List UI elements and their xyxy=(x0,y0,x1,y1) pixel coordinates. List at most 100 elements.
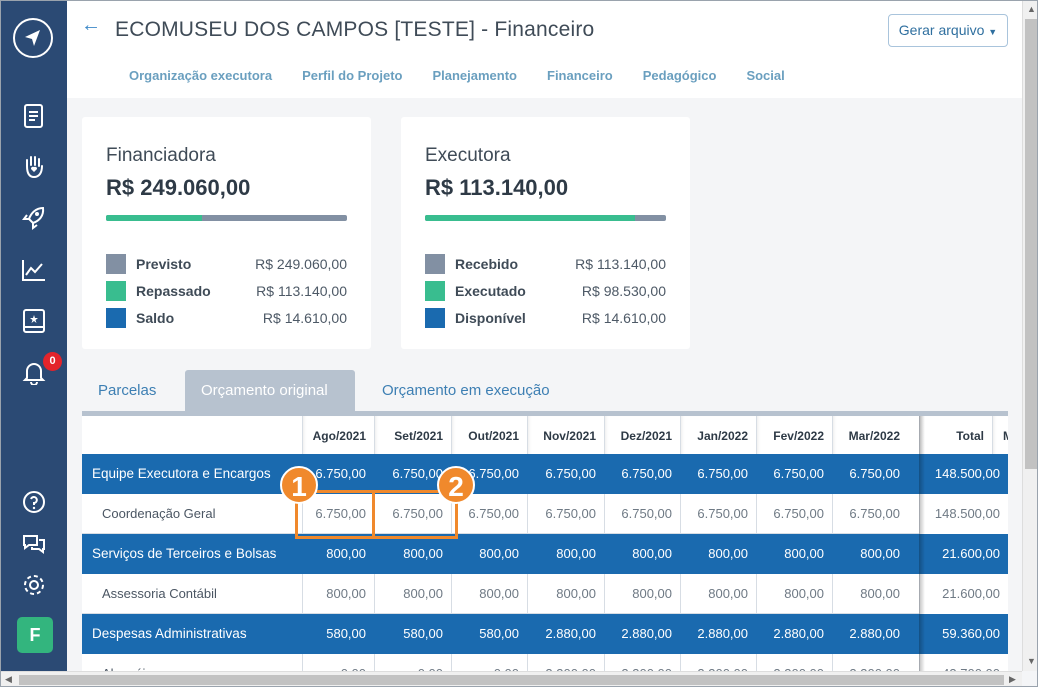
horizontal-scrollbar[interactable]: ◀ ▶ xyxy=(1,671,1022,686)
horizontal-scroll-thumb[interactable] xyxy=(19,675,1004,685)
callout-badge-2: 2 xyxy=(437,466,475,504)
table-cell[interactable]: 800,00 xyxy=(604,534,680,574)
card-amount: R$ 249.060,00 xyxy=(106,175,251,200)
legend-swatch xyxy=(425,308,445,328)
row-total: 148.500,00 xyxy=(919,494,1008,534)
chat-icon[interactable] xyxy=(21,531,47,557)
table-cell[interactable]: 580,00 xyxy=(374,614,451,654)
table-cell[interactable]: 6.750,00 xyxy=(527,494,604,534)
generate-file-label: Gerar arquivo xyxy=(898,22,985,38)
table-cell[interactable]: 6.750,00 xyxy=(680,454,756,494)
total-column-shadow xyxy=(919,416,925,686)
table-cell[interactable]: 800,00 xyxy=(302,534,374,574)
legend-swatch xyxy=(106,281,126,301)
generate-file-button[interactable]: Gerar arquivo ▼ xyxy=(888,14,1008,47)
legend-value: R$ 249.060,00 xyxy=(255,256,347,272)
vertical-scroll-thumb[interactable] xyxy=(1025,19,1037,469)
table-cell[interactable]: 800,00 xyxy=(680,574,756,614)
table-cell[interactable]: 6.750,00 xyxy=(527,454,604,494)
table-cell[interactable]: 6.750,00 xyxy=(604,494,680,534)
table-cell[interactable]: 800,00 xyxy=(451,534,527,574)
table-cell[interactable]: 800,00 xyxy=(527,534,604,574)
table-cell[interactable]: 800,00 xyxy=(374,574,451,614)
nav-social[interactable]: Social xyxy=(746,68,784,83)
legend-label: Previsto xyxy=(136,256,192,272)
table-cell[interactable]: 800,00 xyxy=(302,574,374,614)
legend-swatch xyxy=(425,281,445,301)
nav-perfil[interactable]: Perfil do Projeto xyxy=(302,68,402,83)
table-cell[interactable]: 580,00 xyxy=(451,614,527,654)
back-arrow-icon[interactable]: ← xyxy=(81,14,101,37)
nav-organizacao[interactable]: Organização executora xyxy=(129,68,272,83)
avatar[interactable]: F xyxy=(17,617,53,653)
table-row: Coordenação Geral 6.750,00 6.750,00 6.750,0… xyxy=(82,494,1008,534)
column-header: Nov/2021 xyxy=(527,416,604,456)
table-cell[interactable]: 800,00 xyxy=(451,574,527,614)
progress-bar xyxy=(425,215,666,221)
table-cell[interactable]: 800,00 xyxy=(756,534,832,574)
column-header-total: Total xyxy=(919,416,992,456)
table-cell[interactable]: 2.880,00 xyxy=(604,614,680,654)
caret-down-icon: ▼ xyxy=(988,27,998,37)
book-icon[interactable] xyxy=(21,308,47,334)
tab-orcamento-original[interactable]: Orçamento original xyxy=(185,370,355,413)
table-cell[interactable]: 580,00 xyxy=(302,614,374,654)
table-cell[interactable]: 800,00 xyxy=(527,574,604,614)
gear-icon[interactable] xyxy=(21,572,47,598)
table-cell[interactable]: 6.750,00 xyxy=(832,454,908,494)
table-cell[interactable]: 2.880,00 xyxy=(832,614,908,654)
column-header: M xyxy=(992,416,1008,456)
document-icon[interactable] xyxy=(21,103,47,129)
legend-label: Recebido xyxy=(455,256,519,272)
legend-value: R$ 98.530,00 xyxy=(581,283,666,299)
help-icon[interactable] xyxy=(21,489,47,515)
table-cell[interactable]: 2.880,00 xyxy=(756,614,832,654)
header: ← ECOMUSEU DOS CAMPOS [TESTE] - Financei… xyxy=(67,1,1022,98)
nav-pedagogico[interactable]: Pedagógico xyxy=(643,68,717,83)
callout-badge-1: 1 xyxy=(280,466,318,504)
scroll-right-icon[interactable]: ▶ xyxy=(1009,674,1016,685)
column-header: Ago/2021 xyxy=(302,416,374,456)
table-cell[interactable]: 800,00 xyxy=(756,574,832,614)
table-cell[interactable]: 800,00 xyxy=(680,534,756,574)
table-group-row: Serviços de Terceiros e Bolsas 800,00 800,… xyxy=(82,534,1008,574)
scroll-down-icon[interactable]: ▼ xyxy=(1027,656,1036,666)
scroll-left-icon[interactable]: ◀ xyxy=(5,674,12,685)
scroll-up-icon[interactable]: ▲ xyxy=(1027,4,1036,14)
legend-swatch xyxy=(425,254,445,274)
table-cell[interactable]: 800,00 xyxy=(604,574,680,614)
row-label: Serviços de Terceiros e Bolsas xyxy=(92,546,277,561)
table-header-row: Ago/2021 Set/2021 Out/2021 Nov/2021 Dez/… xyxy=(82,416,1008,456)
legend-value: R$ 14.610,00 xyxy=(262,310,347,326)
table-cell[interactable]: 800,00 xyxy=(832,534,908,574)
vertical-scrollbar[interactable]: ▲ ▼ xyxy=(1022,1,1037,671)
table-cell[interactable]: 2.880,00 xyxy=(680,614,756,654)
table-cell[interactable]: 6.750,00 xyxy=(680,494,756,534)
tab-orcamento-execucao[interactable]: Orçamento em execução xyxy=(366,370,566,413)
table-cell[interactable]: 800,00 xyxy=(832,574,908,614)
nav-planejamento[interactable]: Planejamento xyxy=(432,68,517,83)
table-cell[interactable]: 6.750,00 xyxy=(832,494,908,534)
legend-previsto: Previsto R$ 249.060,00 xyxy=(106,254,347,274)
table-cell[interactable]: 6.750,00 xyxy=(756,454,832,494)
sidebar: 0 F xyxy=(1,1,67,686)
chart-icon[interactable] xyxy=(21,257,47,283)
column-header: Out/2021 xyxy=(451,416,527,456)
rocket-icon[interactable] xyxy=(21,205,47,231)
table-group-row: Equipe Executora e Encargos 6.750,00 6.750… xyxy=(82,454,1008,494)
table-cell[interactable]: 2.880,00 xyxy=(527,614,604,654)
logo-icon[interactable] xyxy=(13,18,53,58)
table-row: Assessoria Contábil 800,00 800,00 800,00 800… xyxy=(82,574,1008,614)
column-header: Mar/2022 xyxy=(832,416,908,456)
hand-heart-icon[interactable] xyxy=(21,154,47,180)
notification-badge: 0 xyxy=(43,352,62,371)
card-amount: R$ 113.140,00 xyxy=(425,175,569,200)
legend-label: Executado xyxy=(455,283,526,299)
tab-parcelas[interactable]: Parcelas xyxy=(82,370,172,413)
nav-financeiro[interactable]: Financeiro xyxy=(547,68,613,83)
progress-fill xyxy=(106,215,203,221)
legend-swatch xyxy=(106,254,126,274)
table-cell[interactable]: 6.750,00 xyxy=(756,494,832,534)
table-cell[interactable]: 6.750,00 xyxy=(604,454,680,494)
table-cell[interactable]: 800,00 xyxy=(374,534,451,574)
